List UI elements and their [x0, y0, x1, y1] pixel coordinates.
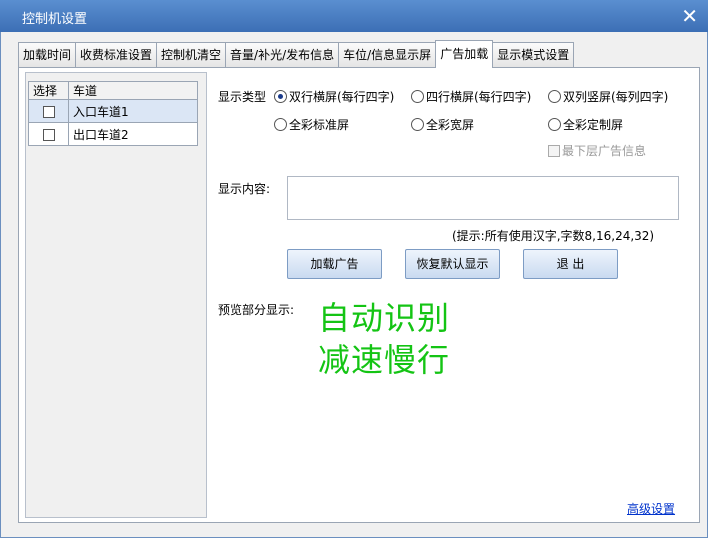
- lane-name: 入口车道1: [68, 99, 198, 123]
- radio-four-line-horizontal[interactable]: 四行横屏(每行四字): [411, 88, 531, 105]
- lane-checkbox[interactable]: [42, 128, 55, 141]
- tab-fee-standard[interactable]: 收费标准设置: [75, 42, 158, 68]
- table-row[interactable]: 出口车道2: [28, 122, 198, 146]
- checkbox-icon: [548, 144, 560, 157]
- bottom-ad-label: 最下层广告信息: [562, 144, 647, 158]
- table-row[interactable]: 入口车道1: [28, 99, 198, 123]
- radio-two-column-vertical[interactable]: 双列竖屏(每列四字): [548, 88, 668, 105]
- bottom-ad-checkbox[interactable]: 最下层广告信息: [548, 142, 646, 159]
- radio-icon: [548, 90, 561, 103]
- tab-space-display[interactable]: 车位/信息显示屏: [338, 42, 437, 68]
- radio-icon: [411, 118, 424, 131]
- content-hint: (提示:所有使用汉字,字数8,16,24,32): [452, 229, 655, 243]
- radio-label: 四行横屏(每行四字): [426, 90, 532, 104]
- radio-icon: [274, 118, 287, 131]
- radio-label: 全彩标准屏: [289, 118, 350, 132]
- radio-icon: [548, 118, 561, 131]
- radio-label: 全彩定制屏: [563, 118, 624, 132]
- content-input[interactable]: [287, 176, 679, 220]
- radio-two-line-horizontal[interactable]: 双行横屏(每行四字): [274, 88, 394, 105]
- radio-icon: [411, 90, 424, 103]
- tab-controller-clear[interactable]: 控制机清空: [156, 42, 227, 68]
- display-type-label: 显示类型: [218, 90, 267, 104]
- tab-display-mode[interactable]: 显示模式设置: [492, 42, 575, 68]
- radio-full-color-wide[interactable]: 全彩宽屏: [411, 116, 474, 133]
- preview-line-1: 自动识别: [318, 299, 451, 337]
- lane-table: 选择 车道 入口车道1 出口车道2: [28, 81, 198, 146]
- tab-bar: 加载时间 收费标准设置 控制机清空 音量/补光/发布信息 车位/信息显示屏 广告…: [18, 40, 575, 68]
- exit-button[interactable]: 退 出: [523, 249, 618, 279]
- window-title: 控制机设置: [22, 12, 88, 27]
- radio-full-color-custom[interactable]: 全彩定制屏: [548, 116, 623, 133]
- lane-list-box: 选择 车道 入口车道1 出口车道2: [25, 72, 207, 518]
- lane-table-header: 选择 车道: [28, 81, 198, 100]
- select-column-header: 选择: [28, 81, 69, 100]
- tab-ad-load[interactable]: 广告加载: [435, 40, 494, 68]
- radio-label: 双列竖屏(每列四字): [563, 90, 669, 104]
- radio-label: 双行横屏(每行四字): [289, 90, 395, 104]
- tab-load-time[interactable]: 加载时间: [18, 42, 77, 68]
- preview-line-2: 减速慢行: [318, 341, 451, 379]
- radio-selected-icon: [274, 90, 287, 103]
- load-ad-button[interactable]: 加载广告: [287, 249, 382, 279]
- lane-checkbox[interactable]: [42, 105, 55, 118]
- restore-default-button[interactable]: 恢复默认显示: [405, 249, 500, 279]
- advanced-settings-link[interactable]: 高级设置: [627, 500, 675, 517]
- tab-volume-light-info[interactable]: 音量/补光/发布信息: [225, 42, 340, 68]
- radio-label: 全彩宽屏: [426, 118, 475, 132]
- lane-column-header: 车道: [68, 81, 198, 100]
- close-icon[interactable]: ✕: [681, 6, 698, 26]
- preview-label: 预览部分显示:: [218, 303, 295, 317]
- content-label: 显示内容:: [218, 182, 271, 196]
- ad-load-panel: 选择 车道 入口车道1 出口车道2: [18, 67, 700, 523]
- radio-full-color-standard[interactable]: 全彩标准屏: [274, 116, 349, 133]
- lane-name: 出口车道2: [68, 122, 198, 146]
- title-bar: 控制机设置 ✕: [0, 0, 708, 32]
